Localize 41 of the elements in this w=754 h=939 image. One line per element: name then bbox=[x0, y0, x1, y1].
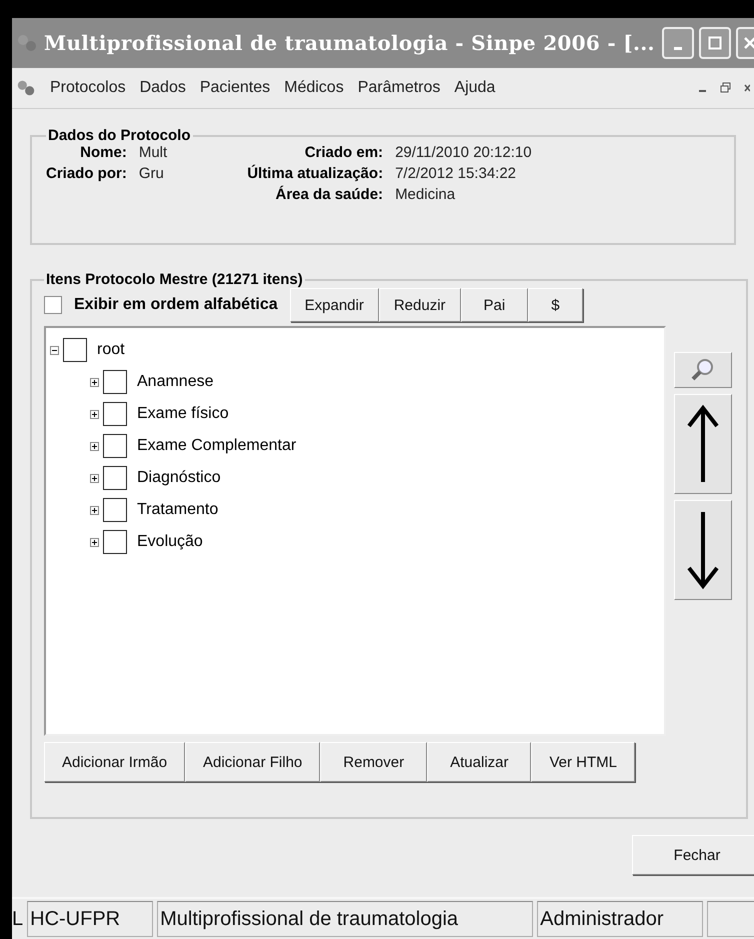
group-title: Dados do Protocolo bbox=[47, 127, 192, 144]
group-title: Itens Protocolo Mestre (21271 itens) bbox=[45, 271, 304, 288]
menu-item[interactable]: Pacientes bbox=[200, 79, 270, 97]
tree-item[interactable]: Exame físico bbox=[137, 405, 229, 423]
tree-item[interactable]: root bbox=[97, 341, 125, 359]
menu-item[interactable]: Protocolos bbox=[50, 79, 126, 97]
status-cell: Administrador bbox=[537, 901, 704, 937]
menu-item[interactable]: Parâmetros bbox=[358, 79, 440, 97]
field-label: Criado por: bbox=[46, 165, 127, 182]
menu-item[interactable]: Dados bbox=[140, 79, 186, 97]
field-label: Área da saúde: bbox=[274, 186, 384, 203]
action-button[interactable]: Adicionar Filho bbox=[185, 742, 320, 782]
field-label: Última atualização: bbox=[247, 165, 384, 182]
field-value: 29/11/2010 20:12:10 bbox=[395, 144, 532, 161]
field-value: Gru bbox=[138, 165, 165, 182]
tree-item[interactable]: Evolução bbox=[137, 533, 203, 551]
field-value: Mult bbox=[138, 144, 168, 161]
field-value: 7/2/2012 15:34:22 bbox=[395, 165, 518, 182]
tree-button[interactable]: Pai bbox=[460, 288, 528, 322]
menu-item[interactable]: Médicos bbox=[284, 79, 344, 97]
action-button[interactable]: Atualizar bbox=[427, 742, 532, 782]
checkbox-label[interactable]: Exibir em ordem alfabética bbox=[74, 296, 278, 314]
field-label: Criado em: bbox=[304, 144, 384, 161]
menu-item[interactable]: Ajuda bbox=[454, 79, 496, 97]
field-value: Medicina bbox=[395, 186, 456, 203]
status-cell: HC-UFPR bbox=[27, 901, 154, 937]
field-label: Nome: bbox=[79, 144, 127, 161]
close-dialog-button[interactable]: Fechar bbox=[632, 835, 754, 875]
status-cell: Multiprofissional de traumatologia bbox=[157, 901, 534, 937]
action-button[interactable]: Ver HTML bbox=[531, 742, 635, 782]
tree-button[interactable]: Reduzir bbox=[378, 288, 461, 322]
tree-button[interactable]: $ bbox=[528, 288, 583, 322]
tree-item[interactable]: Diagnóstico bbox=[137, 469, 221, 487]
status-cell-text: L bbox=[12, 906, 24, 932]
tree-item[interactable]: Anamnese bbox=[137, 373, 214, 391]
action-button[interactable]: Remover bbox=[320, 742, 428, 782]
action-button[interactable]: Adicionar Irmão bbox=[44, 742, 186, 782]
tree-item[interactable]: Exame Complementar bbox=[137, 437, 296, 455]
window-title: Multiprofissional de traumatologia - Sinpe 2006 - [... bbox=[44, 31, 655, 55]
tree-item[interactable]: Tratamento bbox=[137, 501, 218, 519]
tree-button[interactable]: Expandir bbox=[290, 288, 379, 322]
